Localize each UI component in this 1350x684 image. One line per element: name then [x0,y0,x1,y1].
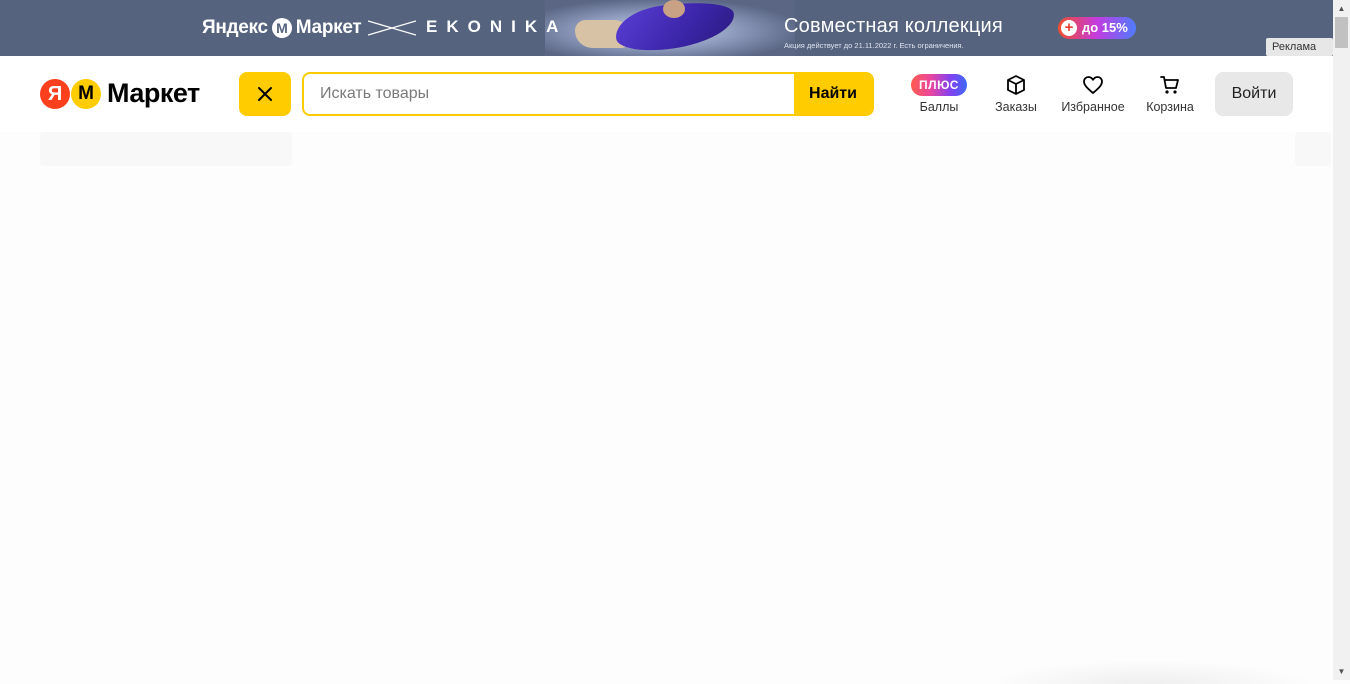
scroll-up-icon[interactable]: ▲ [1333,0,1350,17]
scroll-down-icon[interactable]: ▼ [1333,663,1350,680]
banner-discount-text: до 15% [1082,20,1128,35]
page-scrollbar[interactable]: ▲ ▼ [1333,0,1350,680]
skeleton-block [1295,132,1331,166]
collab-cross-icon [368,20,416,36]
nav-item-cart[interactable]: Корзина [1132,72,1208,116]
market-logo[interactable]: Я M Маркет [40,78,200,109]
search-input[interactable] [304,74,796,114]
plus-icon: + [1061,20,1077,36]
nav-item-points-label: Баллы [919,100,959,114]
search-button[interactable]: Найти [794,74,872,114]
cart-icon [1160,76,1179,94]
banner-discount-badge: + до 15% [1058,17,1136,39]
popup-shadow [985,660,1315,684]
banner-brand: Яндекс [202,17,268,38]
banner-brand-market: Маркет [295,17,362,38]
heart-icon [1083,76,1103,94]
nav-item-cart-label: Корзина [1146,100,1194,114]
banner-note: Акция действует до 21.11.2022 г. Есть ог… [784,41,964,50]
banner-partner-logo: EKONIKA [426,17,568,36]
nav-item-points[interactable]: ПЛЮС Баллы [901,72,977,116]
box-icon [1007,75,1025,95]
yandex-logo-icon: Я [40,78,70,109]
market-m-icon: M [71,78,101,109]
market-m-logo-icon: M [271,18,292,38]
logo-text: Маркет [107,78,200,108]
nav-item-favorites-label: Избранное [1061,100,1125,114]
login-button[interactable]: Войти [1215,72,1293,116]
nav-item-orders[interactable]: Заказы [978,72,1054,116]
nav-item-orders-label: Заказы [995,100,1037,114]
banner-title: Совместная коллекция [784,15,1003,37]
banner-photo [545,0,795,56]
banner-photo-head [663,0,685,18]
ad-banner[interactable]: Яндекс M Маркет EKONIKA Совместная колле… [0,0,1333,56]
ad-label-text: Реклама [1272,41,1317,53]
catalog-toggle-button[interactable] [239,72,291,116]
main-content [0,132,1333,680]
banner-yandex-market-logo: Яндекс M Маркет [202,16,362,40]
scroll-thumb[interactable] [1335,17,1348,48]
search-bar: Найти [302,72,874,116]
nav-item-favorites[interactable]: Избранное [1055,72,1131,116]
close-icon [258,87,272,101]
site-header: Я M Маркет Найти ПЛЮС Баллы Заказы Избра… [0,56,1333,132]
plus-badge: ПЛЮС [911,74,967,96]
skeleton-block [40,132,292,166]
ad-label-button[interactable]: Реклама ⋮ [1266,38,1333,56]
